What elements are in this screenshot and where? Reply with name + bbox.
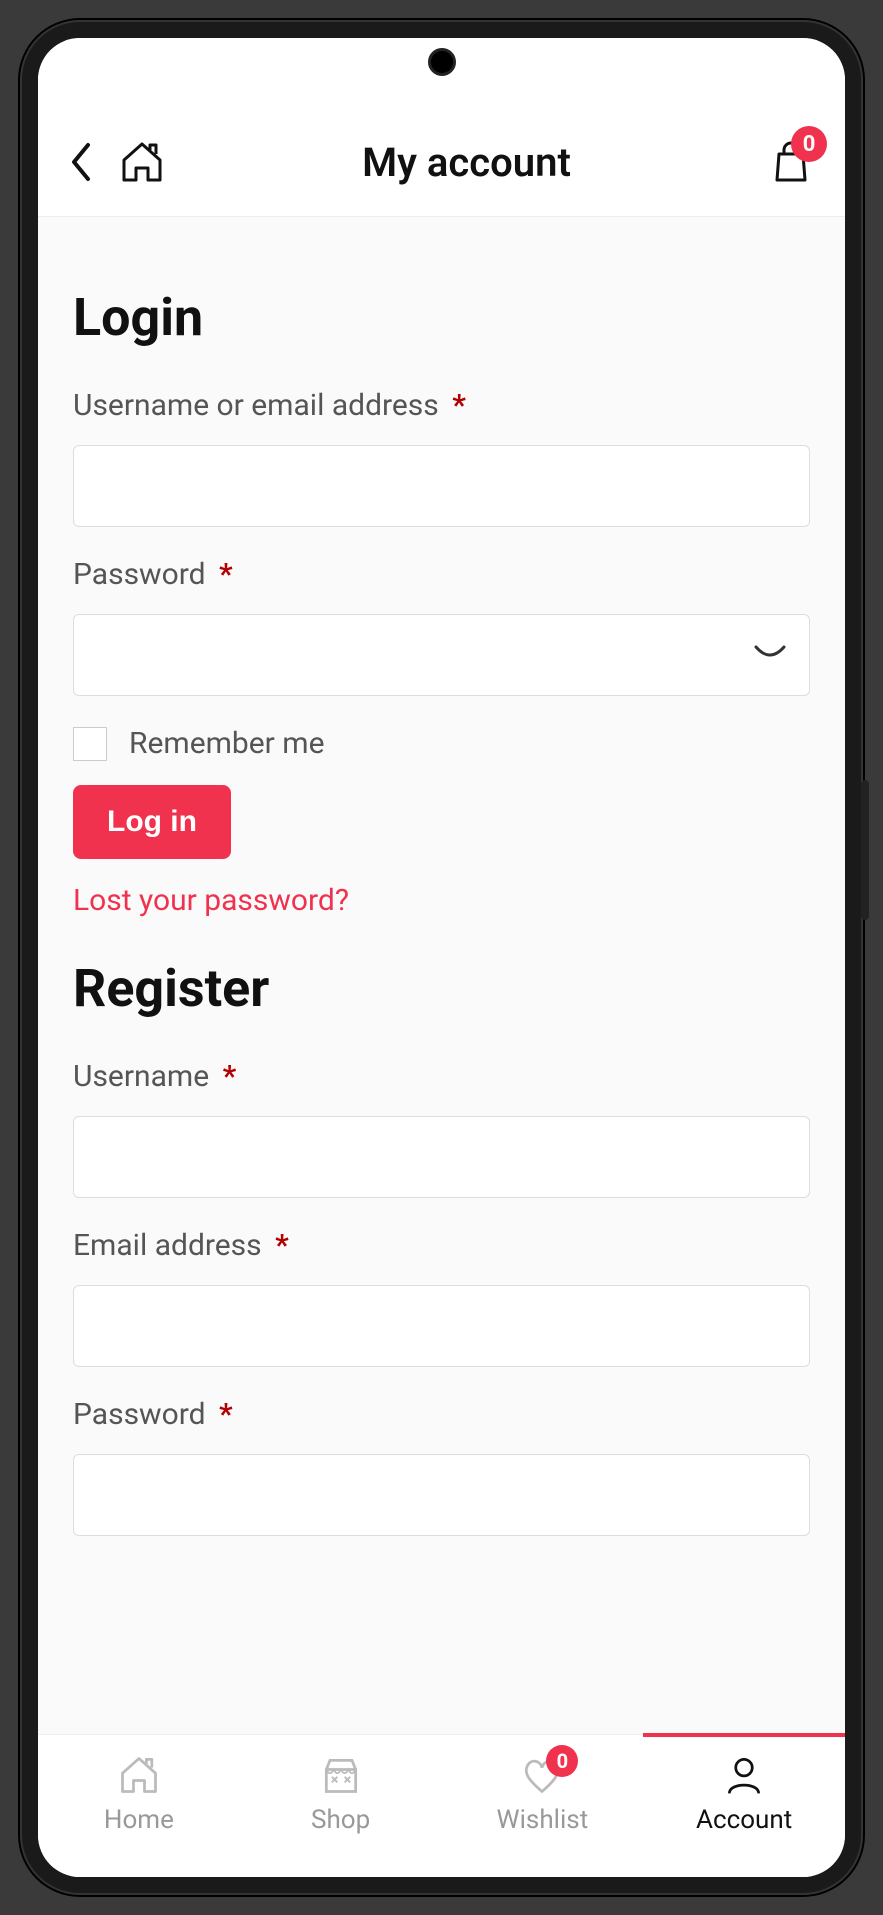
label-text: Email address — [73, 1228, 262, 1263]
register-email-label: Email address * — [73, 1228, 810, 1263]
remember-me-label: Remember me — [129, 726, 325, 761]
back-icon[interactable] — [68, 141, 94, 183]
nav-label: Home — [104, 1805, 174, 1835]
label-text: Password — [73, 1397, 206, 1432]
bottom-nav: Home Shop 0 Wishlist Account — [38, 1734, 845, 1877]
shop-icon — [319, 1753, 363, 1797]
register-username-label: Username * — [73, 1059, 810, 1094]
wishlist-badge: 0 — [546, 1745, 578, 1777]
page-title: My account — [166, 139, 767, 186]
required-marker: * — [219, 1397, 233, 1432]
register-password-label: Password * — [73, 1397, 810, 1432]
login-button[interactable]: Log in — [73, 785, 231, 859]
lost-password-link[interactable]: Lost your password? — [73, 883, 810, 918]
register-heading: Register — [73, 958, 810, 1019]
nav-label: Wishlist — [497, 1805, 589, 1835]
register-password-input[interactable] — [73, 1454, 810, 1536]
nav-home[interactable]: Home — [38, 1735, 240, 1849]
login-username-input[interactable] — [73, 445, 810, 527]
content-scroll[interactable]: Login Username or email address * Passwo… — [38, 217, 845, 1734]
home-icon — [117, 1753, 161, 1797]
required-marker: * — [223, 1059, 237, 1094]
login-password-label: Password * — [73, 557, 810, 592]
login-password-input[interactable] — [73, 614, 810, 696]
nav-account[interactable]: Account — [643, 1735, 845, 1849]
label-text: Username — [73, 1059, 209, 1094]
nav-label: Account — [696, 1805, 792, 1835]
nav-label: Shop — [311, 1805, 370, 1835]
register-email-input[interactable] — [73, 1285, 810, 1367]
label-text: Username or email address — [73, 388, 439, 423]
required-marker: * — [452, 388, 466, 423]
eye-icon[interactable] — [754, 645, 786, 665]
cart-badge: 0 — [791, 126, 827, 162]
nav-wishlist[interactable]: 0 Wishlist — [442, 1735, 644, 1849]
user-icon — [722, 1753, 766, 1797]
register-username-input[interactable] — [73, 1116, 810, 1198]
label-text: Password — [73, 557, 206, 592]
required-marker: * — [275, 1228, 289, 1263]
home-icon[interactable] — [118, 138, 166, 186]
required-marker: * — [219, 557, 233, 592]
cart-button[interactable]: 0 — [767, 138, 815, 186]
remember-me-checkbox[interactable] — [73, 727, 107, 761]
nav-shop[interactable]: Shop — [240, 1735, 442, 1849]
login-heading: Login — [73, 287, 810, 348]
camera-notch — [428, 48, 456, 76]
login-username-label: Username or email address * — [73, 388, 810, 423]
power-button-frame — [861, 780, 869, 920]
